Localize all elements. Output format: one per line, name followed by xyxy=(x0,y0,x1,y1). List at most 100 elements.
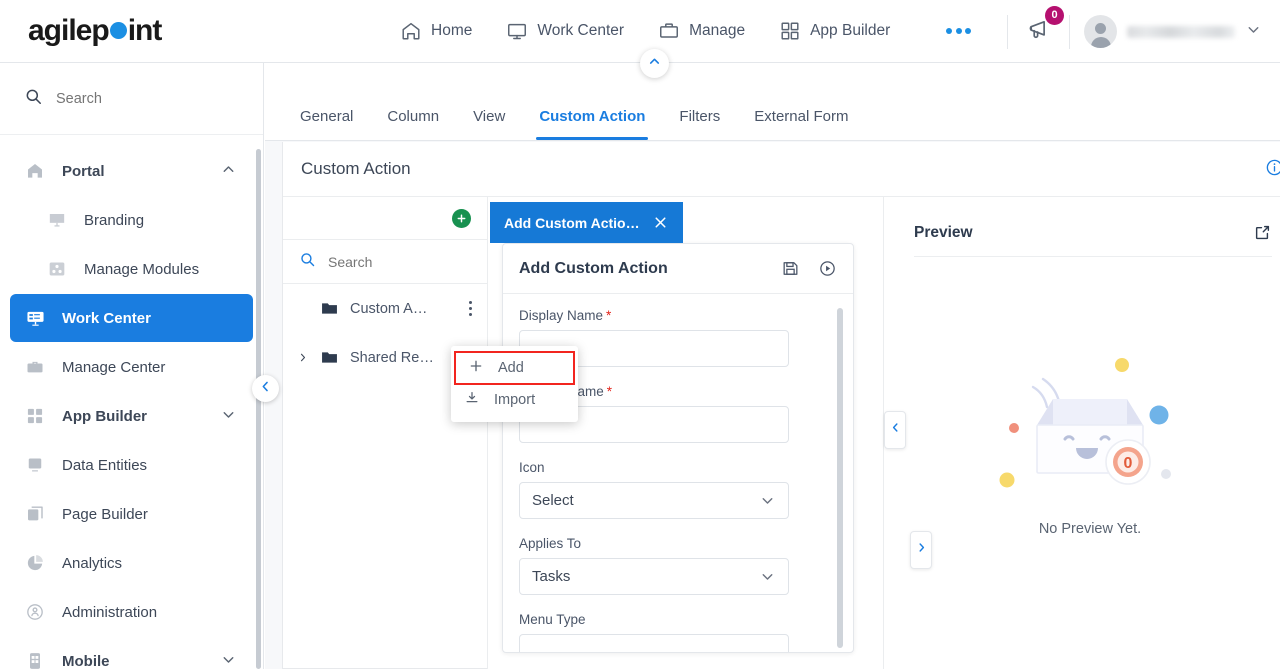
sidebar-label-analytics: Analytics xyxy=(62,554,123,572)
pie-chart-icon xyxy=(24,553,46,573)
collapse-header-button[interactable] xyxy=(640,49,669,78)
preview-empty-text: No Preview Yet. xyxy=(1038,521,1142,537)
branding-icon xyxy=(46,210,68,230)
context-menu-item-add[interactable]: Add xyxy=(454,351,575,385)
mobile-icon xyxy=(24,651,46,669)
grid-icon xyxy=(24,406,46,426)
form-scrollbar[interactable] xyxy=(837,308,843,648)
chevron-left-icon xyxy=(889,421,902,439)
sidebar-item-branding[interactable]: Branding xyxy=(10,196,253,244)
monitor-icon xyxy=(506,20,528,42)
context-menu-label-add: Add xyxy=(498,360,524,376)
app-logo[interactable]: agilep int xyxy=(0,14,265,48)
tab-external-form[interactable]: External Form xyxy=(737,109,865,140)
nav-item-app-builder[interactable]: App Builder xyxy=(779,20,890,42)
page-title: Custom Action xyxy=(301,159,411,178)
applies-to-value: Tasks xyxy=(532,568,571,585)
sidebar-search[interactable] xyxy=(0,63,263,135)
sidebar-item-mobile[interactable]: Mobile xyxy=(10,637,253,669)
plus-icon xyxy=(468,358,484,378)
tree-context-menu: Add Import xyxy=(451,346,578,422)
field-label-applies-to: Applies To xyxy=(519,536,582,551)
preview-pane: Preview 0 No Preview Yet. xyxy=(884,197,1280,669)
sidebar-item-work-center[interactable]: Work Center xyxy=(10,294,253,342)
tab-filters[interactable]: Filters xyxy=(662,109,737,140)
chevron-up-icon[interactable] xyxy=(220,161,237,182)
tree-search[interactable] xyxy=(283,239,487,284)
menu-type-input[interactable] xyxy=(519,634,789,652)
icon-select-value: Select xyxy=(532,492,574,509)
chevron-down-icon xyxy=(759,568,776,585)
sidebar-item-portal[interactable]: Portal xyxy=(10,147,253,195)
tab-view[interactable]: View xyxy=(456,109,522,140)
search-icon xyxy=(24,87,43,111)
chevron-down-icon[interactable] xyxy=(220,651,237,669)
modules-icon xyxy=(46,259,68,279)
chevron-up-icon xyxy=(647,54,662,74)
sidebar-item-administration[interactable]: Administration xyxy=(10,588,253,636)
info-icon[interactable] xyxy=(1265,158,1280,182)
sidebar-label-page-builder: Page Builder xyxy=(62,505,148,523)
briefcase-icon xyxy=(24,357,46,377)
card-header: Custom Action xyxy=(283,142,1280,197)
tree-search-input[interactable] xyxy=(328,253,448,270)
form-tab-header[interactable]: Add Custom Actio… xyxy=(490,202,683,243)
add-custom-action-form: Add Custom Action Display Name * Name * … xyxy=(502,243,854,653)
sidebar-label-data-entities: Data Entities xyxy=(62,456,148,474)
user-menu[interactable] xyxy=(1084,15,1266,48)
context-menu-item-import[interactable]: Import xyxy=(451,384,578,416)
entity-icon xyxy=(24,455,46,475)
form-pane: Add Custom Actio… Add Custom Action Disp… xyxy=(488,197,884,669)
sidebar-label-work-center: Work Center xyxy=(62,309,151,327)
download-icon xyxy=(464,390,480,410)
folder-icon xyxy=(320,299,339,318)
sidebar-item-data-entities[interactable]: Data Entities xyxy=(10,441,253,489)
nav-label-manage: Manage xyxy=(689,22,746,39)
save-icon[interactable] xyxy=(781,259,800,278)
sidebar-item-page-builder[interactable]: Page Builder xyxy=(10,490,253,538)
chevron-down-icon xyxy=(1245,21,1262,43)
sidebar-item-manage-modules[interactable]: Manage Modules xyxy=(10,245,253,293)
nav-item-home[interactable]: Home xyxy=(400,20,472,42)
nav-item-manage[interactable]: Manage xyxy=(658,20,745,42)
more-options-icon[interactable] xyxy=(946,28,972,34)
sidebar-item-analytics[interactable]: Analytics xyxy=(10,539,253,587)
sidebar-scrollbar[interactable] xyxy=(256,149,261,669)
search-input[interactable] xyxy=(56,90,226,107)
expand-preview-pane-button[interactable] xyxy=(910,531,932,569)
external-link-icon[interactable] xyxy=(1253,223,1272,242)
collapse-form-pane-button[interactable] xyxy=(884,411,906,449)
tab-general[interactable]: General xyxy=(283,109,370,140)
tab-strip: General Column View Custom Action Filter… xyxy=(265,63,1280,141)
form-title: Add Custom Action xyxy=(519,259,668,277)
preview-title: Preview xyxy=(914,223,973,241)
run-icon[interactable] xyxy=(818,259,837,278)
sidebar-item-manage-center[interactable]: Manage Center xyxy=(10,343,253,391)
applies-to-select[interactable]: Tasks xyxy=(519,558,789,595)
home-icon xyxy=(24,161,46,181)
icon-select[interactable]: Select xyxy=(519,482,789,519)
pages-icon xyxy=(24,504,46,524)
svg-text:0: 0 xyxy=(1124,455,1133,472)
tree-node-menu-button[interactable] xyxy=(466,297,476,321)
tab-column[interactable]: Column xyxy=(370,109,456,140)
nav-item-work-center[interactable]: Work Center xyxy=(506,20,624,42)
add-folder-button[interactable] xyxy=(452,208,471,228)
tab-custom-action[interactable]: Custom Action xyxy=(522,109,662,140)
close-icon[interactable] xyxy=(652,214,669,231)
preview-header: Preview xyxy=(884,197,1280,242)
chevron-right-icon[interactable] xyxy=(297,351,309,364)
sidebar-collapse-button[interactable] xyxy=(252,375,279,402)
home-icon xyxy=(400,20,422,42)
sidebar-label-manage-center: Manage Center xyxy=(62,358,166,376)
announcement-button[interactable]: 0 xyxy=(1022,5,1064,51)
sidebar-item-app-builder[interactable]: App Builder xyxy=(10,392,253,440)
chevron-down-icon[interactable] xyxy=(220,406,237,427)
app-root: agilep int Home Work Center Manage App B… xyxy=(0,0,1280,669)
chevron-down-icon xyxy=(759,492,776,509)
announcement-badge-count: 0 xyxy=(1045,5,1064,25)
tree-node-label: Shared Re… xyxy=(350,349,434,366)
top-header: agilep int Home Work Center Manage App B… xyxy=(0,0,1280,63)
header-right-tools: 0 xyxy=(993,0,1266,63)
tree-node-custom-actions[interactable]: Custom A… xyxy=(283,284,487,333)
